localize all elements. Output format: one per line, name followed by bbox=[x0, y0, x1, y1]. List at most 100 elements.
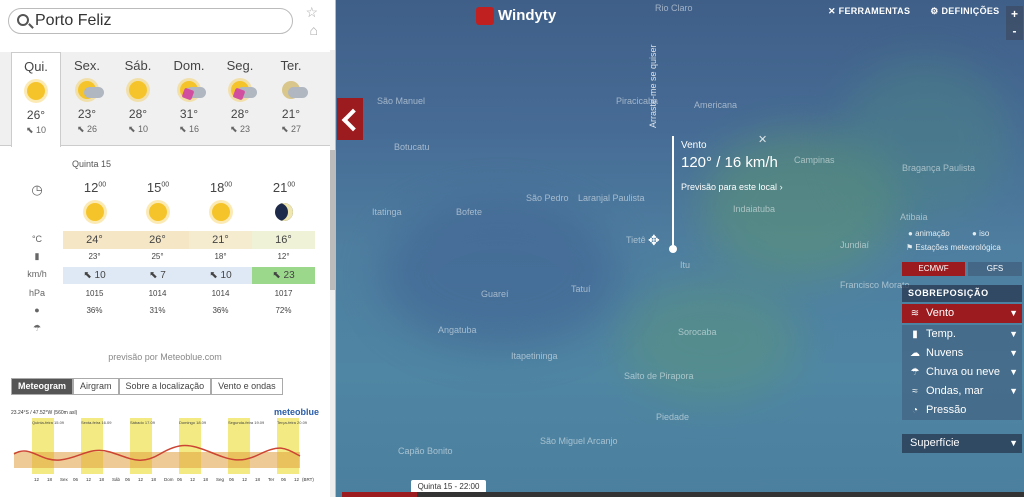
overlay-clouds[interactable]: ☁ Nuvens ▼ bbox=[902, 344, 1022, 363]
overlay-rain[interactable]: ☂ Chuva ou neve ▼ bbox=[902, 363, 1022, 382]
meteogram-tick: 12 bbox=[86, 477, 92, 482]
day-temp: 21° bbox=[281, 107, 301, 121]
hour-label: 1200 bbox=[75, 180, 115, 195]
overlay-temp[interactable]: ▮ Temp. ▼ bbox=[902, 325, 1022, 344]
animation-toggle[interactable]: ● animação bbox=[908, 229, 950, 238]
wind-value: 10 bbox=[220, 270, 232, 281]
map-label: São Manuel bbox=[377, 96, 426, 106]
wind-value: 23 bbox=[283, 270, 295, 281]
meteogram-tick: 06 bbox=[177, 477, 183, 482]
hour-label: 1800 bbox=[201, 180, 241, 195]
day-wind-value: 16 bbox=[189, 124, 200, 134]
location-marker[interactable] bbox=[669, 245, 677, 253]
hour-value: 12 bbox=[83, 180, 99, 195]
meteogram: 23.24°S / 47.52°W (560m asl) meteoblue Q… bbox=[10, 404, 322, 497]
chevron-down-icon: ▼ bbox=[1009, 367, 1018, 377]
wind-arrow-icon: ⬉ bbox=[209, 270, 221, 281]
map-label: Sorocaba bbox=[678, 327, 717, 337]
isolines-toggle[interactable]: ● iso bbox=[972, 229, 989, 238]
search-input[interactable] bbox=[35, 12, 285, 30]
day-tab[interactable]: Ter. 21° ⬉ 27 bbox=[266, 52, 316, 146]
attribution-text: previsão por Meteoblue.com bbox=[108, 352, 222, 362]
star-icon[interactable]: ☆ bbox=[305, 4, 318, 21]
humidity-cell: 36% bbox=[86, 306, 103, 315]
overlay-wind[interactable]: ≋ Vento ▼ bbox=[902, 304, 1022, 323]
hour-label: 1500 bbox=[138, 180, 178, 195]
hour-minutes: 00 bbox=[287, 181, 296, 189]
wind-cell: ⬉ 7 bbox=[126, 267, 189, 284]
map-label: Guareí bbox=[481, 289, 509, 299]
pressure-unit: hPa bbox=[28, 288, 45, 298]
search-box[interactable] bbox=[8, 8, 293, 34]
temp-cell: 26° bbox=[126, 231, 189, 249]
day-name: Qui. bbox=[24, 59, 48, 74]
map-label: Angatuba bbox=[438, 325, 477, 335]
windyty-logo[interactable]: Windyty bbox=[476, 7, 556, 26]
model-gfs[interactable]: GFS bbox=[968, 262, 1022, 276]
hour-label: 2100 bbox=[264, 180, 304, 195]
day-tab[interactable]: Sex. 23° ⬉ 26 bbox=[62, 52, 112, 146]
overlay-waves[interactable]: ≈ Ondas, mar ▼ bbox=[902, 382, 1022, 401]
chevron-down-icon: ▼ bbox=[1009, 348, 1018, 358]
map-label: Capão Bonito bbox=[398, 446, 453, 456]
tools-link[interactable]: ✕ FERRAMENTAS bbox=[828, 6, 920, 16]
stations-toggle[interactable]: ⚑ Estações meteorológica bbox=[906, 243, 1001, 252]
sun-shape bbox=[129, 81, 147, 99]
overlay-header[interactable]: SOBREPOSIÇÃO bbox=[902, 285, 1022, 302]
tab-location[interactable]: Sobre a localização bbox=[118, 378, 212, 395]
dewpoint-cell: 12° bbox=[277, 252, 290, 261]
dewpoint-cell: 23° bbox=[88, 252, 101, 261]
meteogram-tick: Seg bbox=[216, 477, 225, 482]
windyty-logo-icon bbox=[476, 7, 494, 26]
model-ecmwf[interactable]: ECMWF bbox=[902, 262, 965, 276]
settings-label: DEFINIÇÕES bbox=[941, 6, 1000, 16]
meteogram-tick: 12 bbox=[242, 477, 248, 482]
home-icon[interactable]: ⌂ bbox=[310, 22, 318, 38]
day-tab[interactable]: Seg. 28° ⬉ 23 bbox=[215, 52, 265, 146]
forecast-link[interactable]: Previsão para este local › bbox=[681, 181, 791, 194]
day-tab[interactable]: Sáb. 28° ⬉ 10 bbox=[113, 52, 163, 146]
forecast-link-label: Previsão para este local bbox=[681, 182, 778, 192]
move-icon[interactable]: ✥ bbox=[648, 232, 660, 249]
settings-link[interactable]: ⚙ DEFINIÇÕES bbox=[930, 6, 1009, 16]
map-label: Atibaia bbox=[900, 212, 928, 222]
pressure-cell: 1015 bbox=[85, 289, 104, 298]
day-tab[interactable]: Qui. 26° ⬉ 10 bbox=[11, 52, 61, 147]
day-tab[interactable]: Dom. 31° ⬉ 16 bbox=[164, 52, 214, 146]
timeline-bar[interactable] bbox=[342, 492, 1024, 497]
map-label: Tietê bbox=[626, 235, 646, 245]
overlay-label: Pressão bbox=[926, 404, 967, 416]
tab-airgram[interactable]: Airgram bbox=[73, 378, 119, 395]
map-label: Rio Claro bbox=[655, 3, 693, 13]
map-label: Botucatu bbox=[394, 142, 430, 152]
map-label: Bofete bbox=[456, 207, 483, 217]
zoom-out-button[interactable]: - bbox=[1006, 23, 1023, 40]
collapse-panel-button[interactable] bbox=[337, 98, 363, 140]
map-label: Itapetininga bbox=[511, 351, 558, 361]
wind-arrow-icon: ⬉ bbox=[25, 125, 37, 135]
hour-value: 21 bbox=[272, 180, 288, 195]
panel-scrollbar[interactable] bbox=[330, 50, 335, 497]
cloud-shape bbox=[288, 87, 308, 98]
meteogram-tick: 18 bbox=[255, 477, 261, 482]
day-wind: ⬉ 10 bbox=[12, 125, 60, 136]
overlay-header-label: SOBREPOSIÇÃO bbox=[908, 288, 989, 298]
tab-wind-waves[interactable]: Vento e ondas bbox=[211, 378, 283, 395]
day-temp: 23° bbox=[77, 107, 97, 121]
close-icon[interactable]: ✕ bbox=[758, 133, 767, 146]
timeline-progress bbox=[342, 492, 418, 497]
hour-minutes: 00 bbox=[161, 181, 170, 189]
overlay-pressure[interactable]: ◔ Pressão bbox=[902, 401, 1022, 420]
sun-icon bbox=[201, 201, 241, 221]
surface-select[interactable]: Superfície ▼ bbox=[902, 434, 1022, 453]
map-label: Itatinga bbox=[372, 207, 402, 217]
meteogram-tick: 12 bbox=[34, 477, 40, 482]
storm-icon bbox=[215, 77, 265, 107]
map-label: Laranjal Paulista bbox=[578, 193, 645, 203]
temp-cell: 21° bbox=[189, 231, 252, 249]
scrollbar-thumb[interactable] bbox=[330, 150, 335, 290]
hour-minutes: 00 bbox=[224, 181, 233, 189]
gauge-icon: ◔ bbox=[911, 405, 919, 416]
zoom-in-button[interactable]: + bbox=[1006, 6, 1023, 23]
tab-meteogram[interactable]: Meteogram bbox=[11, 378, 74, 395]
